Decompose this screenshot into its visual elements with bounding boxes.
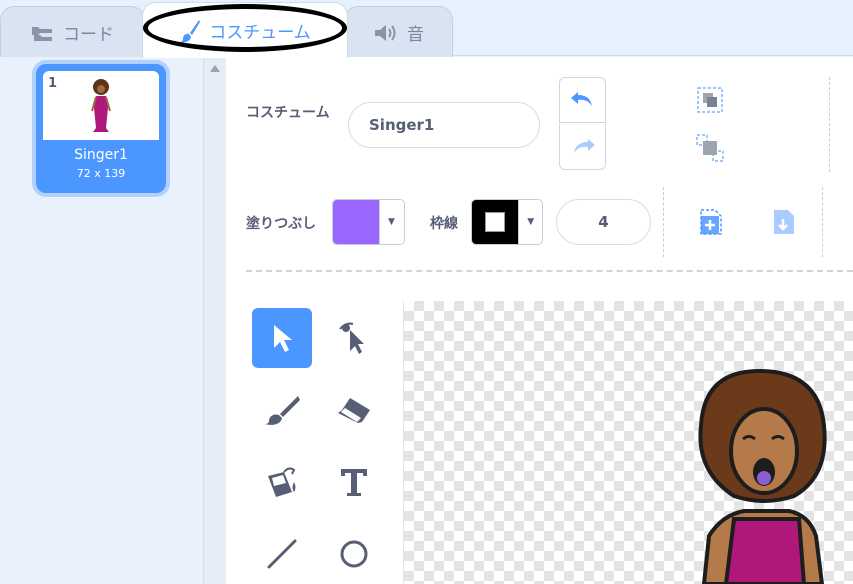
costume-name-input[interactable]: Singer1: [348, 102, 540, 148]
undo-button[interactable]: [559, 77, 606, 123]
divider: [663, 187, 664, 257]
outline-color-swatch: [472, 200, 519, 244]
speaker-icon: [373, 23, 399, 43]
arrow-pointer-icon: [274, 325, 292, 352]
paintbrush-icon: [179, 19, 201, 43]
reshape-pointer-icon: [339, 322, 364, 354]
outline-width-input[interactable]: 4: [556, 199, 651, 245]
brush-tool[interactable]: [252, 380, 312, 440]
send-backward-icon: [774, 210, 794, 234]
fill-tool[interactable]: [252, 452, 312, 512]
fill-color-picker[interactable]: ▼: [332, 199, 405, 245]
costume-size: 72 x 139: [76, 167, 126, 180]
costume-list-scrollbar[interactable]: [203, 57, 225, 584]
undo-icon: [570, 92, 592, 106]
costume-thumbnail: [43, 71, 159, 140]
redo-icon: [573, 138, 595, 153]
code-blocks-icon: [31, 24, 55, 42]
tab-costumes[interactable]: コスチューム: [142, 2, 348, 58]
costume-item[interactable]: 1 Singer1 72 x 139: [36, 64, 166, 193]
divider: [829, 77, 830, 172]
singer-sprite-drawing: [698, 368, 827, 584]
reshape-tool[interactable]: [324, 308, 384, 368]
singer-thumbnail-icon: [91, 79, 111, 132]
tab-code-label: コード: [63, 25, 114, 45]
paint-bucket-icon: [268, 467, 296, 497]
outline-label: 枠線: [430, 216, 458, 232]
divider: [822, 187, 823, 257]
text-tool[interactable]: [324, 452, 384, 512]
paint-editor: コスチューム Singer1 塗りつぶし ▼ 枠線 ▼ 4: [226, 57, 853, 584]
costume-number: 1: [48, 76, 58, 91]
ungroup-icon: [696, 134, 724, 162]
text-t-icon: [341, 469, 367, 496]
drawing-canvas[interactable]: [403, 301, 853, 584]
tab-sounds[interactable]: 音: [344, 6, 453, 58]
costume-name-label: コスチューム: [246, 105, 330, 121]
tab-sounds-label: 音: [407, 25, 424, 45]
tab-bar: コード コスチューム 音: [0, 0, 853, 58]
fill-label: 塗りつぶし: [246, 216, 317, 232]
backward-button[interactable]: [771, 207, 801, 237]
group-icon: [697, 87, 723, 113]
tab-code[interactable]: コード: [0, 6, 145, 58]
tab-costumes-label: コスチューム: [209, 23, 311, 43]
outline-color-picker[interactable]: ▼: [471, 199, 543, 245]
toolbar-separator: [246, 270, 853, 272]
eraser-icon: [338, 398, 370, 423]
ungroup-button[interactable]: [695, 133, 725, 163]
circle-icon: [340, 540, 368, 568]
line-icon: [267, 539, 297, 569]
group-button[interactable]: [695, 85, 725, 115]
line-tool[interactable]: [252, 524, 312, 584]
fill-color-swatch: [333, 200, 379, 244]
paint-editor-screen: コード コスチューム 音 1 Singer1 72 x 139 コスチューム S…: [0, 0, 853, 584]
redo-button[interactable]: [559, 124, 606, 170]
bring-forward-icon: [700, 209, 722, 235]
forward-button[interactable]: [698, 207, 728, 237]
eraser-tool[interactable]: [324, 380, 384, 440]
dropdown-arrow-icon: ▼: [518, 200, 542, 244]
costume-name: Singer1: [74, 147, 128, 163]
circle-tool[interactable]: [324, 524, 384, 584]
scroll-up-arrow-icon[interactable]: [210, 65, 220, 72]
brush-icon: [265, 396, 300, 425]
select-tool[interactable]: [252, 308, 312, 368]
dropdown-arrow-icon: ▼: [379, 200, 403, 244]
